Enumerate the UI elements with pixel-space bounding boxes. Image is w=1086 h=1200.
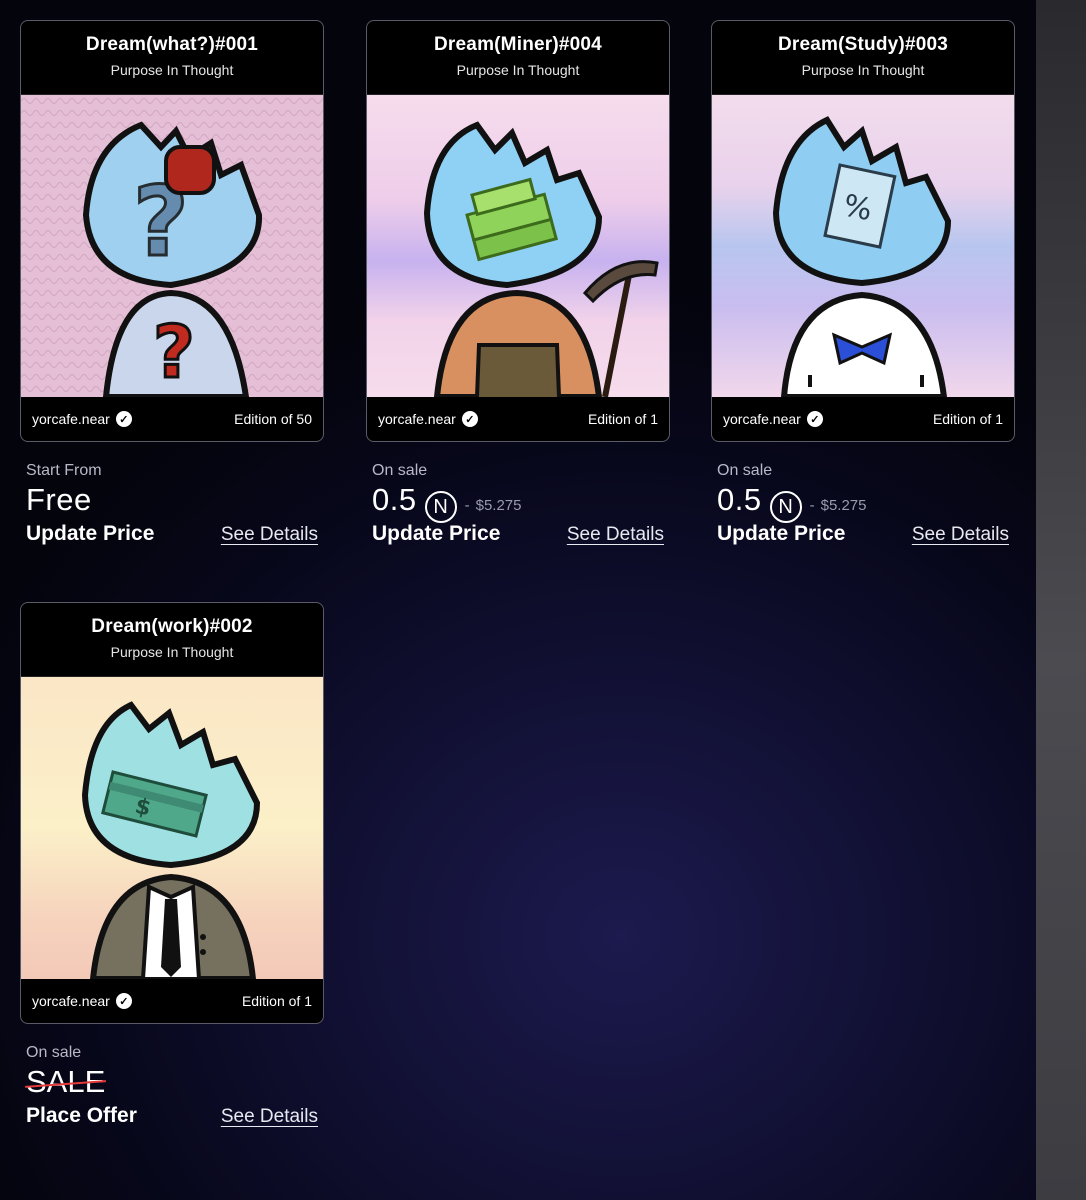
card-header: Dream(work)#002 Purpose In Thought	[21, 603, 323, 677]
card-footer: yorcafe.near ✓ Edition of 1	[21, 979, 323, 1023]
nft-card[interactable]: Dream(Miner)#004 Purpose In Thought yorc…	[366, 20, 670, 442]
fiat-dash: -	[809, 497, 815, 514]
card-subtitle: Purpose In Thought	[110, 644, 234, 660]
nft-artwork[interactable]: $	[21, 677, 323, 979]
card-footer: yorcafe.near ✓ Edition of 50	[21, 397, 323, 441]
creator-info[interactable]: yorcafe.near ✓	[378, 411, 478, 427]
price-row: 0.5 N - $5.275	[372, 482, 670, 523]
edition-count: Edition of 1	[932, 411, 1003, 427]
near-currency-icon: N	[424, 491, 457, 523]
see-details-link[interactable]: See Details	[567, 524, 664, 546]
nft-item-4: Dream(work)#002 Purpose In Thought $ yor…	[20, 602, 324, 1128]
verified-badge-icon: ✓	[461, 411, 478, 427]
fiat-dash: -	[464, 497, 470, 514]
creator-info[interactable]: yorcafe.near ✓	[32, 993, 132, 1009]
edition-count: Edition of 1	[241, 993, 312, 1009]
creator-name: yorcafe.near	[32, 993, 110, 1009]
creator-name: yorcafe.near	[378, 411, 456, 427]
price-value: Free	[26, 482, 92, 517]
see-details-link[interactable]: See Details	[221, 1106, 318, 1128]
fiat-value: $5.275	[475, 497, 522, 514]
nft-item-1: Dream(what?)#001 Purpose In Thought ? ?	[20, 20, 324, 546]
price-row: Free	[26, 482, 324, 520]
card-subtitle: Purpose In Thought	[110, 62, 234, 78]
card-actions: Update Price See Details	[372, 522, 664, 546]
card-header: Dream(Study)#003 Purpose In Thought	[712, 21, 1014, 95]
sale-status: Start From	[26, 462, 102, 479]
price-value: 0.5	[372, 482, 417, 517]
card-subtitle: Purpose In Thought	[801, 62, 925, 78]
card-title: Dream(work)#002	[91, 616, 253, 637]
nft-artwork[interactable]: ? ?	[21, 95, 323, 397]
update-price-button[interactable]: Update Price	[26, 522, 154, 546]
price-row: SALE	[26, 1064, 324, 1102]
update-price-button[interactable]: Update Price	[372, 522, 500, 546]
sale-status: On sale	[717, 462, 773, 479]
right-panel-edge	[1036, 0, 1086, 1200]
price-row: 0.5 N - $5.275	[717, 482, 1015, 523]
card-actions: Update Price See Details	[26, 522, 318, 546]
nft-item-2: Dream(Miner)#004 Purpose In Thought yorc…	[366, 20, 670, 546]
nft-card[interactable]: Dream(what?)#001 Purpose In Thought ? ?	[20, 20, 324, 442]
card-title: Dream(what?)#001	[85, 34, 259, 55]
update-price-button[interactable]: Update Price	[717, 522, 845, 546]
card-subtitle: Purpose In Thought	[456, 62, 580, 78]
verified-badge-icon: ✓	[806, 411, 823, 427]
svg-text:?: ?	[153, 310, 195, 394]
edition-count: Edition of 1	[587, 411, 658, 427]
card-title: Dream(Miner)#004	[434, 34, 602, 55]
nft-card[interactable]: Dream(Study)#003 Purpose In Thought % yo…	[711, 20, 1015, 442]
nft-item-3: Dream(Study)#003 Purpose In Thought % yo…	[711, 20, 1015, 546]
fiat-price: - $5.275	[465, 497, 522, 514]
card-actions: Update Price See Details	[717, 522, 1009, 546]
card-header: Dream(what?)#001 Purpose In Thought	[21, 21, 323, 95]
nft-artwork[interactable]	[367, 95, 669, 397]
nft-card[interactable]: Dream(work)#002 Purpose In Thought $ yor…	[20, 602, 324, 1024]
card-footer: yorcafe.near ✓ Edition of 1	[712, 397, 1014, 441]
verified-badge-icon: ✓	[115, 411, 132, 427]
sale-status: On sale	[372, 462, 428, 479]
verified-badge-icon: ✓	[115, 993, 132, 1009]
place-offer-button[interactable]: Place Offer	[26, 1104, 137, 1128]
creator-info[interactable]: yorcafe.near ✓	[32, 411, 132, 427]
card-footer: yorcafe.near ✓ Edition of 1	[367, 397, 669, 441]
see-details-link[interactable]: See Details	[912, 524, 1009, 546]
price-value: 0.5	[717, 482, 762, 517]
sale-status: On sale	[26, 1044, 82, 1061]
card-title: Dream(Study)#003	[777, 34, 949, 55]
near-currency-icon: N	[769, 491, 802, 523]
edition-count: Edition of 50	[234, 411, 312, 427]
fiat-value: $5.275	[820, 497, 867, 514]
see-details-link[interactable]: See Details	[221, 524, 318, 546]
card-header: Dream(Miner)#004 Purpose In Thought	[367, 21, 669, 95]
creator-name: yorcafe.near	[32, 411, 110, 427]
card-actions: Place Offer See Details	[26, 1104, 318, 1128]
fiat-price: - $5.275	[810, 497, 867, 514]
creator-info[interactable]: yorcafe.near ✓	[723, 411, 823, 427]
nft-artwork[interactable]: %	[712, 95, 1014, 397]
creator-name: yorcafe.near	[723, 411, 801, 427]
sale-price-strikethrough: SALE	[26, 1064, 106, 1099]
